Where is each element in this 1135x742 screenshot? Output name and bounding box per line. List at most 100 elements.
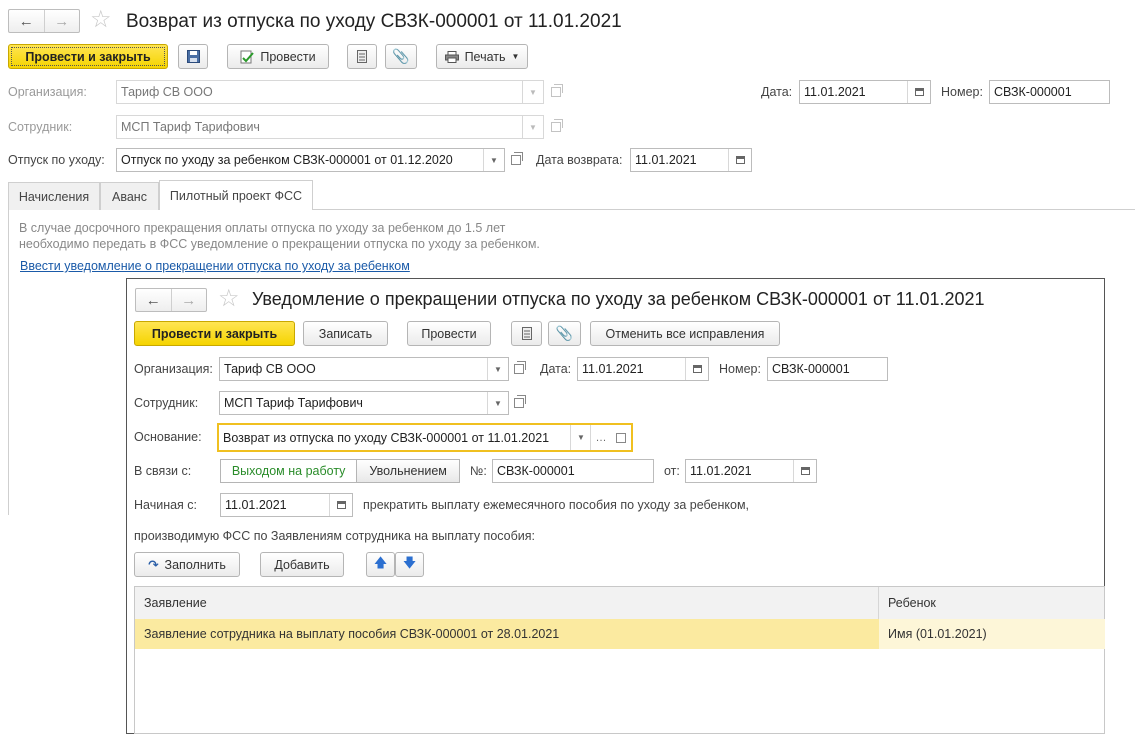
chevron-down-icon[interactable]: ▼ <box>570 425 591 450</box>
date-label: Дата: <box>761 85 793 99</box>
return-date-label: Дата возврата: <box>536 153 623 167</box>
start-label: Начиная с: <box>134 498 198 512</box>
chevron-down-icon[interactable]: ▼ <box>522 116 543 138</box>
org-value: Тариф СВ ООО <box>121 85 213 99</box>
popup-number-value: СВЗК-000001 <box>772 362 850 376</box>
popup-number-field[interactable]: СВЗК-000001 <box>767 357 888 381</box>
paperclip-icon: 📎 <box>392 48 410 64</box>
date-field[interactable]: 11.01.2021 <box>799 80 931 104</box>
tab-accruals[interactable]: Начисления <box>8 182 100 210</box>
print-button[interactable]: Печать ▼ <box>436 44 528 69</box>
save-icon-button[interactable] <box>178 44 208 69</box>
popup-employee-label: Сотрудник: <box>134 396 199 410</box>
chevron-down-icon[interactable]: ▼ <box>522 81 543 103</box>
fill-button[interactable]: ↷ Заполнить <box>134 552 240 577</box>
back-arrow-icon[interactable]: ← <box>9 10 44 32</box>
chevron-down-icon[interactable]: ▼ <box>487 392 508 414</box>
popup-list-icon-button[interactable] <box>511 321 542 346</box>
open-icon[interactable] <box>510 358 528 380</box>
leave-label: Отпуск по уходу: <box>8 153 105 167</box>
number-label: Номер: <box>941 85 983 99</box>
post-doc-icon <box>240 50 255 63</box>
popup-post-button[interactable]: Провести <box>407 321 491 346</box>
calendar-icon[interactable] <box>907 81 930 103</box>
calendar-icon[interactable] <box>685 358 708 380</box>
attachment-button[interactable]: 📎 <box>385 44 417 69</box>
popup-number-label: Номер: <box>719 362 761 376</box>
open-icon[interactable] <box>547 116 565 138</box>
leave-value: Отпуск по уходу за ребенком СВЗК-000001 … <box>121 153 453 167</box>
chevron-down-icon: ▼ <box>511 52 520 61</box>
fill-button-label: Заполнить <box>164 557 226 572</box>
tab-fss-pilot[interactable]: Пилотный проект ФСС <box>159 180 313 210</box>
post-button[interactable]: Провести <box>227 44 329 69</box>
org-field[interactable]: Тариф СВ ООО ▼ <box>116 80 544 104</box>
from-field[interactable]: 11.01.2021 <box>685 459 817 483</box>
cancel-all-fixes-button[interactable]: Отменить все исправления <box>590 321 780 346</box>
reason-dismissal[interactable]: Увольнением <box>356 460 459 482</box>
arrow-down-icon: 🡇 <box>402 554 417 570</box>
list-icon <box>521 327 532 340</box>
move-up-button[interactable]: 🡅 <box>366 552 395 577</box>
popup-title: Уведомление о прекращении отпуска по ухо… <box>252 289 985 309</box>
calendar-icon[interactable] <box>329 494 352 516</box>
list-icon-button[interactable] <box>347 44 377 69</box>
popup-nav-buttons: ← → <box>135 288 207 312</box>
open-icon[interactable] <box>611 425 631 450</box>
reason-return-to-work[interactable]: Выходом на работу <box>221 460 357 482</box>
fill-arrow-icon: ↷ <box>148 558 159 572</box>
forward-arrow-icon[interactable]: → <box>170 289 207 311</box>
return-date-field[interactable]: 11.01.2021 <box>630 148 752 172</box>
date-value: 11.01.2021 <box>804 85 866 99</box>
favorite-star-icon[interactable]: ☆ <box>90 8 112 32</box>
popup-attachment-button[interactable]: 📎 <box>548 321 581 346</box>
nav-buttons: ← → <box>8 9 80 33</box>
back-arrow-icon[interactable]: ← <box>136 289 171 311</box>
popup-date-field[interactable]: 11.01.2021 <box>577 357 709 381</box>
basis-field[interactable]: Возврат из отпуска по уходу СВЗК-000001 … <box>217 423 633 452</box>
start-field[interactable]: 11.01.2021 <box>220 493 353 517</box>
printer-icon <box>444 50 459 63</box>
from-label: от: <box>664 464 680 478</box>
popup-employee-field[interactable]: МСП Тариф Тарифович ▼ <box>219 391 509 415</box>
column-header-child[interactable]: Ребенок <box>879 587 1105 619</box>
print-button-label: Печать <box>464 49 506 64</box>
post-and-close-button[interactable]: Провести и закрыть <box>8 44 168 69</box>
add-button[interactable]: Добавить <box>260 552 344 577</box>
open-icon[interactable] <box>547 81 565 103</box>
popup-org-value: Тариф СВ ООО <box>224 362 316 376</box>
leave-field[interactable]: Отпуск по уходу за ребенком СВЗК-000001 … <box>116 148 505 172</box>
employee-value: МСП Тариф Тарифович <box>121 120 260 134</box>
number-field[interactable]: СВЗК-000001 <box>989 80 1110 104</box>
favorite-star-icon[interactable]: ☆ <box>218 287 240 311</box>
calendar-icon[interactable] <box>793 460 816 482</box>
ellipsis-icon[interactable]: … <box>590 425 611 450</box>
move-down-button[interactable]: 🡇 <box>395 552 424 577</box>
forward-arrow-icon[interactable]: → <box>43 10 80 32</box>
calendar-icon[interactable] <box>728 149 751 171</box>
cell-child: Имя (01.01.2021) <box>879 619 1105 649</box>
no-field[interactable]: СВЗК-000001 <box>492 459 654 483</box>
paperclip-icon: 📎 <box>555 325 574 341</box>
tab-panel-border <box>8 209 9 515</box>
arrow-up-icon: 🡅 <box>373 554 388 570</box>
tab-advance[interactable]: Аванс <box>100 182 159 210</box>
return-date-value: 11.01.2021 <box>635 153 697 167</box>
fss-note-line-1: В случае досрочного прекращения оплаты о… <box>19 221 506 235</box>
no-value: СВЗК-000001 <box>497 464 575 478</box>
column-header-application[interactable]: Заявление <box>135 587 879 619</box>
popup-save-button[interactable]: Записать <box>303 321 388 346</box>
enter-notification-link[interactable]: Ввести уведомление о прекращении отпуска… <box>20 259 410 273</box>
popup-org-label: Организация: <box>134 362 213 376</box>
table-row[interactable]: Заявление сотрудника на выплату пособия … <box>135 619 1105 649</box>
floppy-disk-icon <box>186 50 200 63</box>
open-icon[interactable] <box>510 392 528 414</box>
open-icon[interactable] <box>507 149 525 171</box>
chevron-down-icon[interactable]: ▼ <box>483 149 504 171</box>
chevron-down-icon[interactable]: ▼ <box>487 358 508 380</box>
popup-org-field[interactable]: Тариф СВ ООО ▼ <box>219 357 509 381</box>
cell-application: Заявление сотрудника на выплату пособия … <box>144 627 560 641</box>
popup-post-and-close-button[interactable]: Провести и закрыть <box>134 321 295 346</box>
employee-field[interactable]: МСП Тариф Тарифович ▼ <box>116 115 544 139</box>
post-button-label: Провести <box>260 49 316 64</box>
